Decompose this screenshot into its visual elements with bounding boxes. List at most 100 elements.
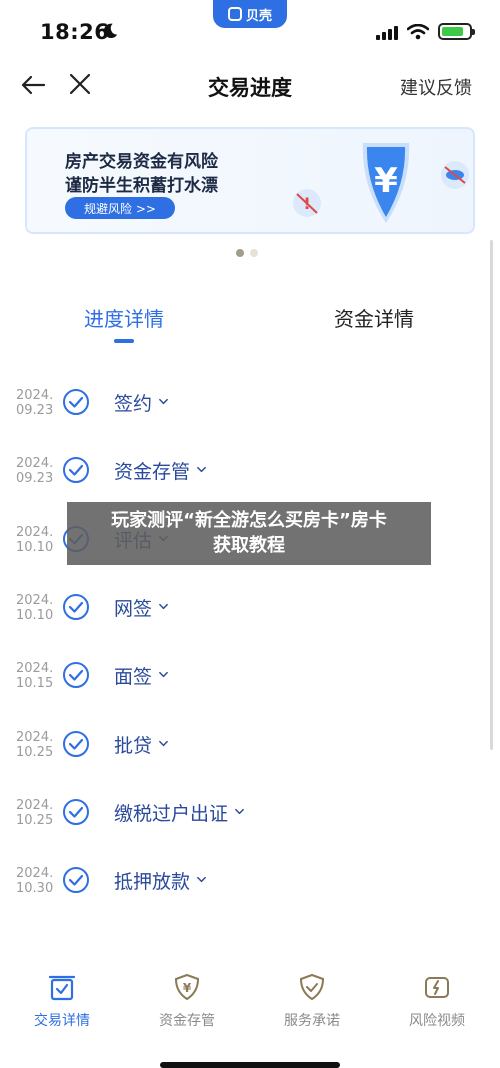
step-label-text: 批贷 [114,734,153,757]
step-date-day: 09.23 [16,471,54,487]
status-bar: 18:26 贝壳 [0,0,500,60]
chevron-down-icon [159,740,168,746]
banner-headline: 房产交易资金有风险 [65,152,218,172]
funds-shield-icon: ¥ [174,973,200,1001]
step-date: 2024. 10.10 [16,525,60,555]
step-date: 2024. 10.25 [16,798,60,828]
step-label-text: 缴税过户出证 [114,802,229,825]
risk-banner[interactable]: 房产交易资金有风险 谨防半生积蓄打水漂 规避风险 >> ! ¥ [25,127,475,234]
step-date-year: 2024. [16,456,54,472]
step-date-year: 2024. [16,866,54,882]
step-label[interactable]: 批贷 [114,731,169,758]
check-circle-icon [63,389,89,415]
bottom-nav-service-promise[interactable]: 服务承诺 [257,972,367,1030]
chevron-down-icon [159,398,168,405]
step-label-text: 面签 [114,666,153,689]
avoid-risk-button[interactable]: 规避风险 >> [65,197,175,219]
step-label-text: 抵押放款 [114,871,191,894]
overlay-caption: 玩家测评“新全游怎么买房卡”房卡 获取教程 [67,502,431,565]
step-label-text: 网签 [114,597,153,620]
step-label-text: 签约 [114,393,153,415]
step-date: 2024. 09.23 [16,456,60,486]
svg-text:¥: ¥ [183,981,192,995]
active-tab-indicator [114,339,134,343]
bottom-nav-trade-details[interactable]: 交易详情 [7,972,117,1030]
step-date-year: 2024. [16,729,54,745]
step-date: 2024. 10.25 [16,730,60,760]
step-label[interactable]: 签约 [114,389,169,416]
carousel-dot [250,249,258,257]
app-indicator-pill[interactable]: 贝壳 [213,0,287,28]
carousel-dot-active [236,249,244,257]
timeline-step[interactable]: 2024. 10.15 面签 [0,645,500,705]
moon-icon [103,23,118,39]
bottom-nav: 交易详情 ¥ 资金存管 服务承诺 风险视频 [0,960,500,1068]
step-date: 2024. 10.30 [16,866,60,896]
timeline-step[interactable]: 2024. 09.23 资金存管 [0,440,500,500]
risk-video-icon [425,977,449,998]
check-circle-icon [63,457,89,484]
bottom-nav-label: 风险视频 [409,1013,465,1029]
step-date-day: 10.25 [16,812,54,828]
home-indicator[interactable] [160,1062,340,1068]
step-label[interactable]: 缴税过户出证 [114,799,245,826]
bottom-nav-funds-escrow[interactable]: ¥ 资金存管 [132,972,242,1030]
chevron-down-icon [197,877,206,883]
banner-subline: 谨防半生积蓄打水漂 [65,176,218,196]
beike-logo-icon [227,7,242,21]
overlay-line-2: 获取教程 [213,535,285,556]
step-label[interactable]: 资金存管 [114,457,207,484]
check-circle-icon [63,662,89,689]
bottom-nav-label: 服务承诺 [284,1013,340,1029]
step-label[interactable]: 抵押放款 [114,867,207,894]
step-date: 2024. 09.23 [16,388,60,418]
step-label[interactable]: 面签 [114,662,169,689]
timeline-step[interactable]: 2024. 10.10 网签 [0,577,500,637]
chevron-down-icon [159,672,168,678]
step-date-day: 10.10 [16,607,54,623]
shield-yuan-illustration: ! ¥ [293,143,469,223]
cellular-signal-icon [376,24,398,40]
bottom-nav-label: 交易详情 [34,1013,90,1029]
trade-detail-icon [48,975,76,1001]
carousel-dots [236,249,258,257]
step-date-year: 2024. [16,524,54,540]
check-circle-icon [63,798,89,825]
chevron-down-icon [235,808,244,814]
step-date-year: 2024. [16,388,54,403]
bottom-nav-label: 资金存管 [159,1013,215,1029]
status-time: 18:26 [40,20,110,44]
timeline-step[interactable]: 2024. 09.23 签约 [0,372,500,432]
timeline-step[interactable]: 2024. 10.25 缴税过户出证 [0,782,500,842]
app-pill-label: 贝壳 [245,8,272,24]
wifi-icon [407,23,429,39]
step-date: 2024. 10.10 [16,593,60,623]
service-shield-icon [299,973,325,1001]
tab-progress-details[interactable]: 进度详情 [84,303,164,332]
step-label-text: 资金存管 [114,461,191,484]
battery-icon [438,23,475,40]
timeline-step[interactable]: 2024. 10.25 批贷 [0,714,500,774]
chevron-down-icon [159,603,168,609]
nav-bar: 交易进度 建议反馈 [0,60,500,110]
timeline-step[interactable]: 2024. 10.30 抵押放款 [0,850,500,910]
feedback-link[interactable]: 建议反馈 [400,74,472,100]
tab-funds-details[interactable]: 资金详情 [334,303,414,332]
svg-text:¥: ¥ [374,161,398,201]
step-date-day: 10.25 [16,744,54,760]
step-date-day: 10.15 [16,676,54,692]
bottom-nav-risk-video[interactable]: 风险视频 [382,972,492,1030]
status-icons [376,23,475,40]
check-circle-icon [63,593,89,620]
step-label[interactable]: 网签 [114,594,169,621]
chevron-down-icon [197,467,206,473]
step-date-year: 2024. [16,797,54,813]
step-date-year: 2024. [16,661,54,677]
step-date-day: 10.10 [16,539,54,555]
step-date-year: 2024. [16,592,54,608]
step-date: 2024. 10.15 [16,661,60,691]
overlay-line-1: 玩家测评“新全游怎么买房卡”房卡 [111,510,387,531]
step-date-day: 10.30 [16,881,54,897]
check-circle-icon [63,730,89,757]
check-circle-icon [63,867,89,894]
